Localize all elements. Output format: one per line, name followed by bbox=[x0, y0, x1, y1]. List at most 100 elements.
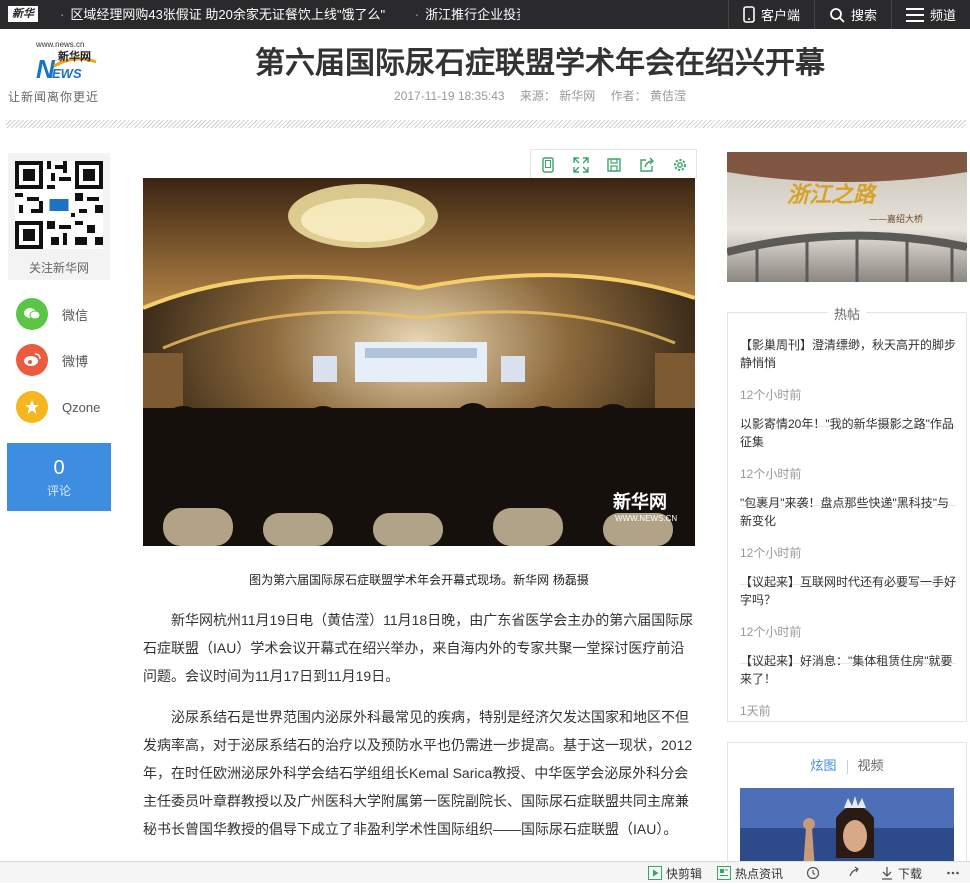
channel-label: 频道 bbox=[929, 8, 956, 23]
gear-icon bbox=[673, 158, 686, 171]
qr-label: 关注新华网 bbox=[28, 261, 89, 275]
svg-text:EWS: EWS bbox=[52, 66, 82, 81]
ticker-item[interactable]: 浙江推行企业投资项目 bbox=[415, 7, 520, 22]
comment-label: 评论 bbox=[46, 484, 71, 498]
hot-post-title[interactable]: 【议起来】互联网时代还有必要写一手好字吗？ bbox=[740, 573, 956, 609]
hot-post-item[interactable]: 【影巢周刊】澄清缥缈，秋天高开的脚步静悄悄 12个小时前 bbox=[740, 336, 956, 427]
comment-button[interactable]: 0 评论 bbox=[7, 443, 111, 511]
download-icon bbox=[882, 867, 892, 880]
save-icon bbox=[606, 157, 621, 172]
hot-post-time: 12个小时前 bbox=[740, 625, 802, 639]
article-source: 来源： 新华网 bbox=[519, 89, 596, 103]
hot-posts-heading: 热帖 bbox=[728, 307, 966, 322]
quick-edit-label: 快剪辑 bbox=[666, 866, 703, 881]
banner-image: 浙江之路 ——嘉绍大桥 bbox=[727, 152, 967, 282]
search-icon bbox=[830, 7, 845, 23]
settings-button[interactable] bbox=[663, 150, 696, 179]
article-author: 作者： 黄佶滢 bbox=[610, 89, 686, 103]
qr-follow-box: 关注新华网 bbox=[8, 153, 110, 280]
quick-edit-button[interactable]: 快剪辑 bbox=[648, 862, 702, 884]
conference-hall-image: 新华网 WWW.NEWS.CN bbox=[143, 178, 695, 546]
hot-news-label: 热点资讯 bbox=[735, 866, 784, 881]
weibo-icon bbox=[16, 344, 48, 376]
save-button[interactable] bbox=[597, 150, 630, 179]
tab-videos[interactable]: 视频 bbox=[858, 758, 884, 773]
hot-post-time: 1天前 bbox=[740, 704, 771, 718]
article-paragraph: 新华网杭州11月19日电（黄佶滢）11月18日晚，由广东省医学会主办的第六届国际… bbox=[143, 612, 694, 684]
client-label: 客户端 bbox=[760, 8, 800, 23]
logo-slogan: 让新闻离你更近 bbox=[8, 90, 100, 104]
xinhua-logo[interactable]: www.news.cn N EWS 新华网 让新闻离你更近 bbox=[6, 40, 116, 110]
qzone-label: Qzone bbox=[62, 399, 101, 415]
search-label: 搜索 bbox=[850, 8, 877, 23]
hot-post-time: 12个小时前 bbox=[740, 388, 802, 402]
share-weibo[interactable]: 微博 bbox=[16, 344, 88, 376]
hot-post-time: 12个小时前 bbox=[740, 467, 802, 481]
play-icon bbox=[648, 866, 662, 880]
expand-icon bbox=[572, 156, 589, 173]
mobile-icon bbox=[541, 156, 554, 173]
share-small-button[interactable] bbox=[846, 862, 860, 884]
share-icon bbox=[639, 157, 654, 172]
download-button[interactable]: 下载 bbox=[880, 862, 922, 884]
photo-watermark-url: WWW.NEWS.CN bbox=[615, 514, 677, 523]
news-ticker: 区域经理网购43张假证 助20余家无证餐饮上线"饿了么" 浙江推行企业投资项目 bbox=[60, 0, 520, 29]
refresh-icon bbox=[806, 866, 820, 880]
download-label: 下载 bbox=[898, 866, 923, 881]
hot-post-item[interactable]: 以影寄情20年！"我的新华摄影之路"作品征集 12个小时前 bbox=[740, 415, 956, 506]
hot-post-item[interactable]: "包裹月"来袭！盘点那些快递"黑科技"与新变化 12个小时前 bbox=[740, 494, 956, 585]
bottom-toolbar: 快剪辑 热点资讯 下载 bbox=[0, 861, 970, 883]
gallery-tabs: 炫图 视频 bbox=[728, 755, 966, 774]
banner-subtitle: ——嘉绍大桥 bbox=[869, 213, 923, 225]
search-button[interactable]: 搜索 bbox=[815, 0, 891, 29]
share-qzone[interactable]: Qzone bbox=[16, 391, 100, 423]
tab-featured-images[interactable]: 炫图 bbox=[810, 758, 836, 773]
news-icon bbox=[717, 866, 731, 880]
share-export-button[interactable] bbox=[630, 150, 663, 179]
zhejiang-road-banner[interactable]: 浙江之路 ——嘉绍大桥 bbox=[727, 152, 967, 282]
banner-title: 浙江之路 bbox=[787, 182, 878, 208]
article-paragraph: 泌尿系结石是世界范围内泌尿外科最常见的疾病，特别是经济欠发达国家和地区不但发病率… bbox=[143, 709, 693, 837]
top-nav: 客户端 搜索 频道 bbox=[727, 0, 970, 29]
article-toolbar bbox=[530, 149, 697, 179]
hot-post-time: 12个小时前 bbox=[740, 546, 802, 560]
news-logo-graphic: N EWS 新华网 bbox=[36, 49, 97, 84]
article-meta: 2017-11-19 18:35:43 来源： 新华网 作者： 黄佶滢 bbox=[130, 87, 950, 104]
channel-menu-button[interactable]: 频道 bbox=[892, 0, 970, 29]
hot-post-item[interactable]: 【议起来】互联网时代还有必要写一手好字吗？ 12个小时前 bbox=[740, 573, 956, 664]
fullscreen-button[interactable] bbox=[564, 150, 597, 179]
share-small-icon bbox=[849, 866, 859, 877]
publish-date: 2017-11-19 18:35:43 bbox=[394, 89, 505, 103]
more-icon bbox=[947, 871, 959, 875]
hot-post-title[interactable]: "包裹月"来袭！盘点那些快递"黑科技"与新变化 bbox=[740, 494, 956, 530]
qzone-icon bbox=[16, 391, 48, 423]
hot-post-title[interactable]: 以影寄情20年！"我的新华摄影之路"作品征集 bbox=[740, 415, 956, 451]
header-divider bbox=[6, 120, 966, 128]
wechat-label: 微信 bbox=[62, 307, 89, 323]
menu-icon bbox=[905, 7, 924, 22]
article-title: 第六届国际尿石症联盟学术年会在绍兴开幕 bbox=[255, 47, 825, 80]
hot-news-button[interactable]: 热点资讯 bbox=[717, 862, 783, 884]
hot-posts-panel: 热帖 【影巢周刊】澄清缥缈，秋天高开的脚步静悄悄 12个小时前 以影寄情20年！… bbox=[727, 307, 967, 722]
client-app-button[interactable]: 客户端 bbox=[729, 0, 814, 29]
site-logo-small[interactable]: 新华 bbox=[8, 6, 38, 22]
comment-count: 0 bbox=[53, 457, 65, 479]
logo-name: 新华网 bbox=[58, 49, 91, 63]
phone-icon bbox=[743, 6, 755, 23]
qr-code-image bbox=[15, 161, 103, 249]
weibo-label: 微博 bbox=[62, 353, 89, 369]
wechat-icon bbox=[16, 298, 48, 330]
refresh-button[interactable] bbox=[806, 862, 820, 884]
more-options-button[interactable] bbox=[946, 862, 960, 884]
hot-post-title[interactable]: 【议起来】好消息："集体租赁住房"就要来了！ bbox=[740, 652, 956, 688]
hot-post-item[interactable]: 【议起来】好消息："集体租赁住房"就要来了！ 1天前 bbox=[740, 652, 956, 719]
share-wechat[interactable]: 微信 bbox=[16, 298, 88, 330]
top-bar: 新华 区域经理网购43张假证 助20余家无证餐饮上线"饿了么" 浙江推行企业投资… bbox=[0, 0, 970, 29]
divider bbox=[846, 759, 848, 774]
hot-post-title[interactable]: 【影巢周刊】澄清缥缈，秋天高开的脚步静悄悄 bbox=[740, 336, 956, 372]
photo-watermark: 新华网 bbox=[613, 491, 667, 513]
mobile-view-button[interactable] bbox=[531, 150, 564, 179]
article-photo: 新华网 WWW.NEWS.CN bbox=[143, 178, 695, 546]
photo-caption: 图为第六届国际尿石症联盟学术年会开幕式现场。新华网 杨磊摄 bbox=[249, 573, 589, 587]
ticker-item[interactable]: 区域经理网购43张假证 助20余家无证餐饮上线"饿了么" bbox=[60, 7, 385, 22]
